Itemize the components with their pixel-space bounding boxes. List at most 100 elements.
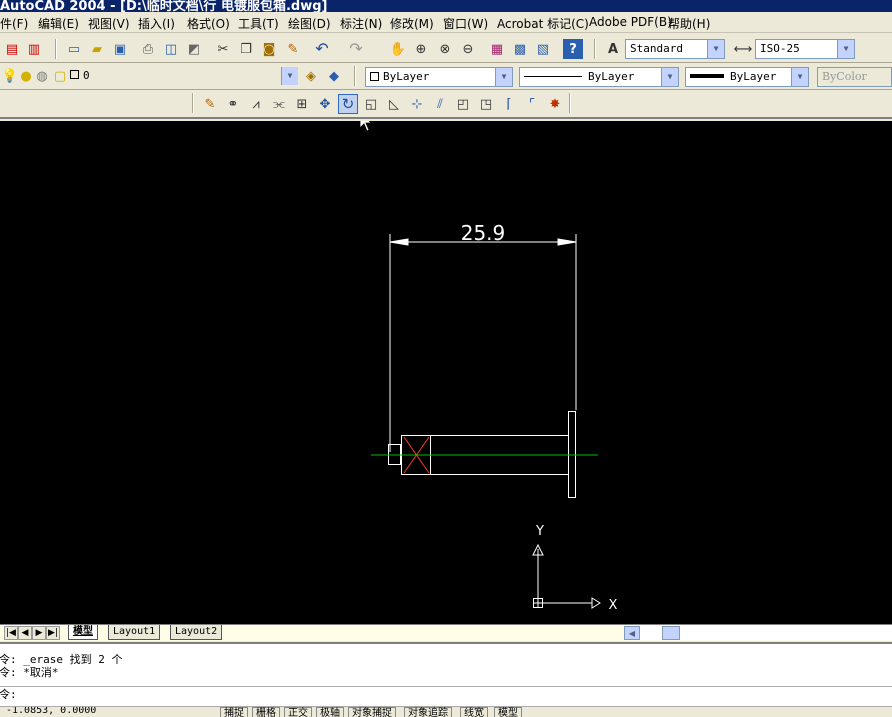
dimension: 25.9	[389, 221, 577, 452]
mirror-icon[interactable]: ⩘	[246, 94, 266, 114]
menu-file[interactable]: 文件(F)	[0, 15, 28, 32]
trim-icon[interactable]: ⊹	[407, 94, 427, 114]
coordinates-readout: -1.0853, 0.0000	[6, 706, 97, 716]
last-tab-icon[interactable]: ▶|	[46, 626, 60, 640]
model-toggle[interactable]: 模型	[494, 707, 522, 717]
menu-draw[interactable]: 绘图(D)	[288, 15, 331, 32]
layer-manager-icon[interactable]: ◆	[324, 66, 344, 86]
open-icon[interactable]: ▰	[87, 39, 107, 59]
paste-icon[interactable]: ◙	[259, 39, 279, 59]
scroll-left-icon[interactable]: ◀	[624, 626, 640, 640]
chamfer-icon[interactable]: ⌈	[499, 94, 519, 114]
offset-icon[interactable]: ⫘	[269, 94, 289, 114]
menu-format[interactable]: 格式(O)	[187, 15, 230, 32]
polar-toggle[interactable]: 极轴	[316, 707, 344, 717]
explode-icon[interactable]: ✸	[545, 94, 565, 114]
pdf-icon[interactable]: ▤	[2, 39, 22, 59]
tab-layout2[interactable]: Layout2	[170, 625, 223, 640]
tab-layout1[interactable]: Layout1	[108, 625, 161, 640]
fillet-icon[interactable]: ⌜	[522, 94, 542, 114]
chevron-down-icon[interactable]: ▼	[837, 40, 854, 58]
lineweight-toggle[interactable]: 线宽	[460, 707, 488, 717]
otrack-toggle[interactable]: 对象追踪	[404, 707, 452, 717]
array-icon[interactable]: ⊞	[292, 94, 312, 114]
publish-icon[interactable]: ◩	[184, 39, 204, 59]
dim-style-icon[interactable]: ⟷	[733, 39, 753, 59]
pdf-red-icon[interactable]: ▥	[24, 39, 44, 59]
drawing-canvas[interactable]: 25.9 X Y	[0, 121, 892, 624]
text-style-select[interactable]: Standard ▼	[625, 39, 725, 59]
copy-object-icon[interactable]: ⚭	[223, 94, 243, 114]
command-window[interactable]: 命令: _erase 找到 2 个 命令: *取消* 命令:	[0, 642, 892, 706]
save-icon[interactable]: ▣	[110, 39, 130, 59]
drawing-svg: 25.9 X Y	[359, 121, 618, 613]
color-select[interactable]: ByLayer ▼	[365, 67, 513, 87]
menu-adobe-pdf[interactable]: Adobe PDF(B)	[589, 15, 672, 29]
prev-tab-icon[interactable]: ◀	[18, 626, 32, 640]
grid-toggle[interactable]: 栅格	[252, 707, 280, 717]
layers-properties-toolbar: 💡 ● ◍ ▢ 0 ▼ ◈ ◆ ByLayer ▼ ByLayer ▼ ByLayer…	[0, 63, 892, 90]
scroll-thumb[interactable]	[662, 626, 680, 640]
help-icon[interactable]: ?	[563, 39, 583, 59]
chevron-down-icon[interactable]: ▼	[661, 68, 678, 86]
linetype-select[interactable]: ByLayer ▼	[519, 67, 679, 87]
horizontal-scrollbar[interactable]: ◀	[624, 626, 892, 640]
break-icon[interactable]: ◰	[453, 94, 473, 114]
lineweight-select[interactable]: ByLayer ▼	[685, 67, 809, 87]
redo-icon[interactable]: ↷	[346, 39, 366, 59]
separator	[55, 39, 57, 59]
next-tab-icon[interactable]: ▶	[32, 626, 46, 640]
tool-palette-icon[interactable]: ▧	[533, 39, 553, 59]
command-history-line: 命令: *取消*	[0, 666, 59, 679]
properties-icon[interactable]: ▦	[487, 39, 507, 59]
chevron-down-icon[interactable]: ▼	[495, 68, 512, 86]
scale-icon[interactable]: ◱	[361, 94, 381, 114]
menu-window[interactable]: 窗口(W)	[443, 15, 488, 32]
menu-acrobat-markup[interactable]: Acrobat 标记(C)	[497, 15, 589, 32]
chevron-down-icon[interactable]: ▼	[791, 68, 808, 86]
pan-icon[interactable]: ✋	[388, 39, 408, 59]
color-swatch	[370, 72, 379, 81]
undo-icon[interactable]: ↶	[312, 39, 332, 59]
print-icon[interactable]: ⎙	[138, 39, 158, 59]
zoom-window-icon[interactable]: ⊗	[435, 39, 455, 59]
dimension-arrow-left	[389, 238, 409, 246]
command-prompt: 命令:	[0, 688, 17, 701]
ortho-toggle[interactable]: 正交	[284, 707, 312, 717]
stretch-icon[interactable]: ◺	[384, 94, 404, 114]
first-tab-icon[interactable]: |◀	[4, 626, 18, 640]
preview-icon[interactable]: ◫	[161, 39, 181, 59]
design-center-icon[interactable]: ▩	[510, 39, 530, 59]
chevron-down-icon[interactable]: ▼	[707, 40, 724, 58]
move-icon[interactable]: ✥	[315, 94, 335, 114]
extend-icon[interactable]: ⫽	[430, 94, 450, 114]
dim-style-select[interactable]: ISO-25 ▼	[755, 39, 855, 59]
menu-help[interactable]: 帮助(H)	[668, 15, 710, 32]
menu-modify[interactable]: 修改(M)	[390, 15, 434, 32]
command-input[interactable]: 命令:	[0, 686, 892, 702]
menu-view[interactable]: 视图(V)	[88, 15, 130, 32]
zoom-previous-icon[interactable]: ⊖	[458, 39, 478, 59]
osnap-toggle[interactable]: 对象捕捉	[348, 707, 396, 717]
tab-model[interactable]: 模型	[68, 625, 98, 640]
new-icon[interactable]: ▭	[64, 39, 84, 59]
matchprop-icon[interactable]: ✎	[283, 39, 303, 59]
break-at-point-icon[interactable]: ◳	[476, 94, 496, 114]
layer-select[interactable]: 0 ▼	[66, 67, 298, 87]
rotate-icon[interactable]: ↻	[338, 94, 358, 114]
make-layer-current-icon[interactable]: ◈	[301, 66, 321, 86]
snap-toggle[interactable]: 捕捉	[220, 707, 248, 717]
menu-dimension[interactable]: 标注(N)	[340, 15, 382, 32]
copy-icon[interactable]: ❐	[236, 39, 256, 59]
menu-insert[interactable]: 插入(I)	[138, 15, 175, 32]
title-bar: AutoCAD 2004 - [D:\临时文档\行 电镀服包箱.dwg]	[0, 0, 892, 12]
cut-icon[interactable]: ✂	[213, 39, 233, 59]
erase-icon[interactable]: ✎	[200, 94, 220, 114]
chevron-down-icon[interactable]: ▼	[281, 67, 298, 85]
zoom-realtime-icon[interactable]: ⊕	[411, 39, 431, 59]
standard-toolbar: ▤ ▥ ▭ ▰ ▣ ⎙ ◫ ◩ ✂ ❐ ◙ ✎ ↶ ↷ ✋ ⊕ ⊗ ⊖ ▦ ▩ …	[0, 34, 892, 63]
text-style-icon[interactable]: A	[603, 39, 623, 59]
menu-tools[interactable]: 工具(T)	[238, 15, 279, 32]
menu-edit[interactable]: 编辑(E)	[38, 15, 79, 32]
ucs-x-label: X	[609, 598, 618, 613]
